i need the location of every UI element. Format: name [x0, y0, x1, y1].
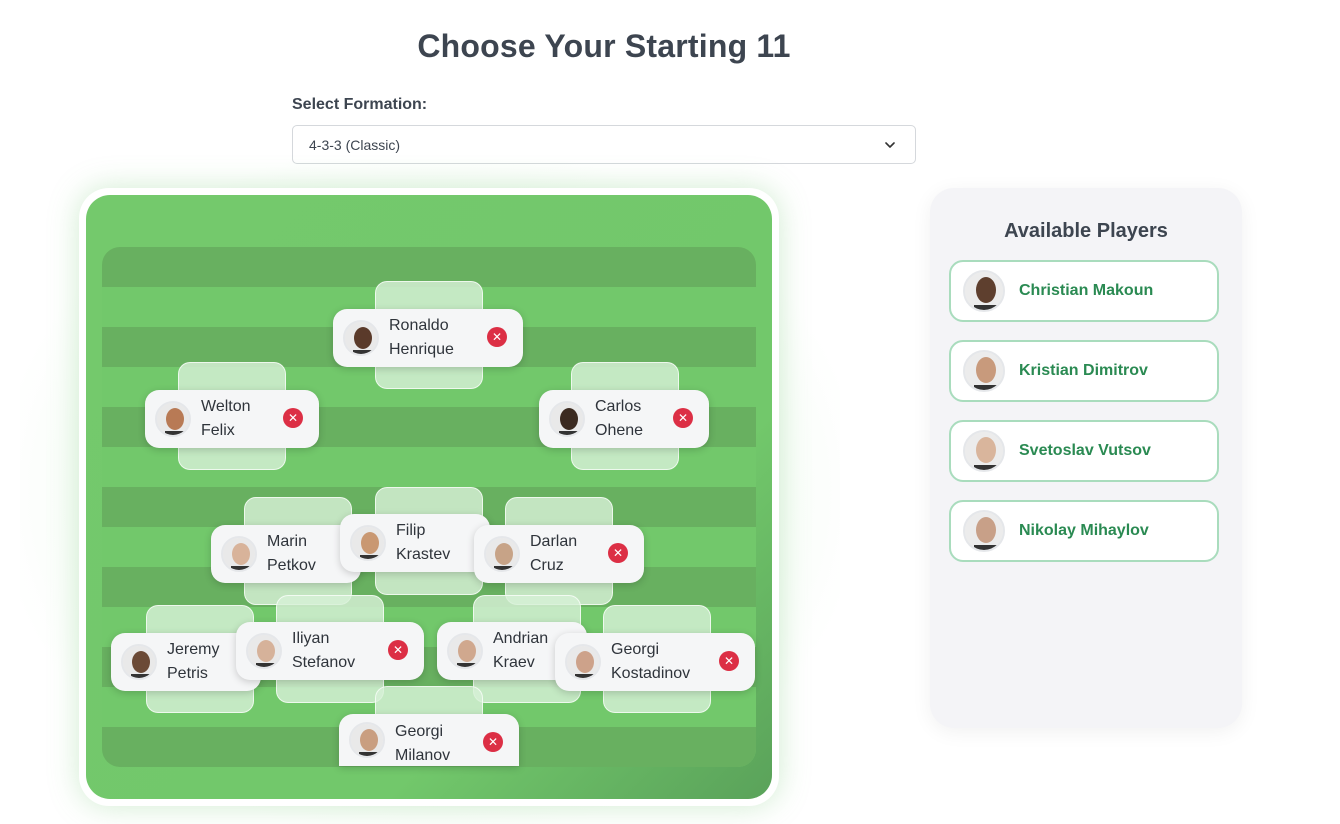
- player-avatar: [221, 536, 257, 572]
- available-player-name: Kristian Dimitrov: [1019, 362, 1148, 379]
- player-name: Carlos Ohene: [595, 395, 685, 443]
- player-first-name: Filip: [396, 522, 426, 539]
- player-avatar: [484, 536, 520, 572]
- player-first-name: Darlan: [530, 533, 578, 550]
- player-name: Welton Felix: [201, 395, 291, 443]
- player-first-name: Carlos: [595, 398, 642, 415]
- player-last-name: Milanov: [395, 747, 451, 764]
- remove-player-button[interactable]: ✕: [483, 732, 503, 752]
- player-name: Darlan Cruz: [530, 530, 620, 578]
- player-last-name: Cruz: [530, 557, 564, 574]
- remove-player-button[interactable]: ✕: [608, 543, 628, 563]
- player-name: Georgi Milanov: [395, 720, 485, 768]
- player-name: Iliyan Stefanov: [292, 627, 382, 675]
- player-last-name: Ohene: [595, 422, 644, 439]
- player-last-name: Krastev: [396, 546, 451, 563]
- remove-player-button[interactable]: ✕: [388, 640, 408, 660]
- available-player-card[interactable]: Svetoslav Vutsov: [949, 420, 1219, 482]
- player-card[interactable]: Filip Krastev: [340, 514, 490, 572]
- player-avatar: [963, 270, 1005, 312]
- player-first-name: Georgi: [611, 641, 660, 658]
- formation-select[interactable]: 4-3-3 (Classic): [292, 125, 916, 164]
- remove-player-button[interactable]: ✕: [673, 408, 693, 428]
- player-avatar: [963, 430, 1005, 472]
- player-last-name: Felix: [201, 422, 235, 439]
- available-player-name: Christian Makoun: [1019, 282, 1154, 299]
- player-first-name: Georgi: [395, 723, 444, 740]
- player-card[interactable]: Marin Petkov: [211, 525, 361, 583]
- player-avatar: [121, 644, 157, 680]
- player-first-name: Iliyan: [292, 630, 330, 647]
- player-card[interactable]: Ronaldo Henrique ✕: [333, 309, 523, 367]
- player-card[interactable]: Georgi Milanov ✕: [339, 714, 519, 766]
- player-avatar: [343, 320, 379, 356]
- player-last-name: Kostadinov: [611, 665, 691, 682]
- player-last-name: Henrique: [389, 341, 454, 358]
- player-avatar: [963, 510, 1005, 552]
- player-card[interactable]: Carlos Ohene ✕: [539, 390, 709, 448]
- player-name: Ronaldo Henrique: [389, 314, 479, 362]
- player-avatar: [447, 633, 483, 669]
- formation-label: Select Formation:: [292, 96, 428, 113]
- player-avatar: [549, 401, 585, 437]
- remove-player-button[interactable]: ✕: [719, 651, 739, 671]
- player-avatar: [350, 525, 386, 561]
- player-card[interactable]: Welton Felix ✕: [145, 390, 319, 448]
- player-name: Filip Krastev: [396, 519, 486, 567]
- player-card[interactable]: Darlan Cruz ✕: [474, 525, 644, 583]
- remove-player-button[interactable]: ✕: [283, 408, 303, 428]
- available-player-name: Nikolay Mihaylov: [1019, 522, 1149, 539]
- player-first-name: Welton: [201, 398, 251, 415]
- page: Choose Your Starting 11 Select Formation…: [0, 0, 1340, 824]
- player-avatar: [246, 633, 282, 669]
- player-card[interactable]: Iliyan Stefanov ✕: [236, 622, 424, 680]
- player-name: Georgi Kostadinov: [611, 638, 721, 686]
- available-player-name: Svetoslav Vutsov: [1019, 442, 1151, 459]
- player-avatar: [349, 722, 385, 758]
- player-first-name: Ronaldo: [389, 317, 449, 334]
- available-player-card[interactable]: Kristian Dimitrov: [949, 340, 1219, 402]
- player-card[interactable]: Georgi Kostadinov ✕: [555, 633, 755, 691]
- available-players-title: Available Players: [1004, 220, 1168, 242]
- page-title: Choose Your Starting 11: [417, 28, 791, 64]
- formation-selected-value: 4-3-3 (Classic): [309, 136, 401, 153]
- player-avatar: [565, 644, 601, 680]
- player-avatar: [155, 401, 191, 437]
- available-player-card[interactable]: Christian Makoun: [949, 260, 1219, 322]
- player-avatar: [963, 350, 1005, 392]
- available-players-panel: Available Players Christian Makoun Krist…: [930, 188, 1242, 728]
- chevron-down-icon: [885, 142, 895, 148]
- player-last-name: Stefanov: [292, 654, 356, 671]
- available-player-card[interactable]: Nikolay Mihaylov: [949, 500, 1219, 562]
- remove-player-button[interactable]: ✕: [487, 327, 507, 347]
